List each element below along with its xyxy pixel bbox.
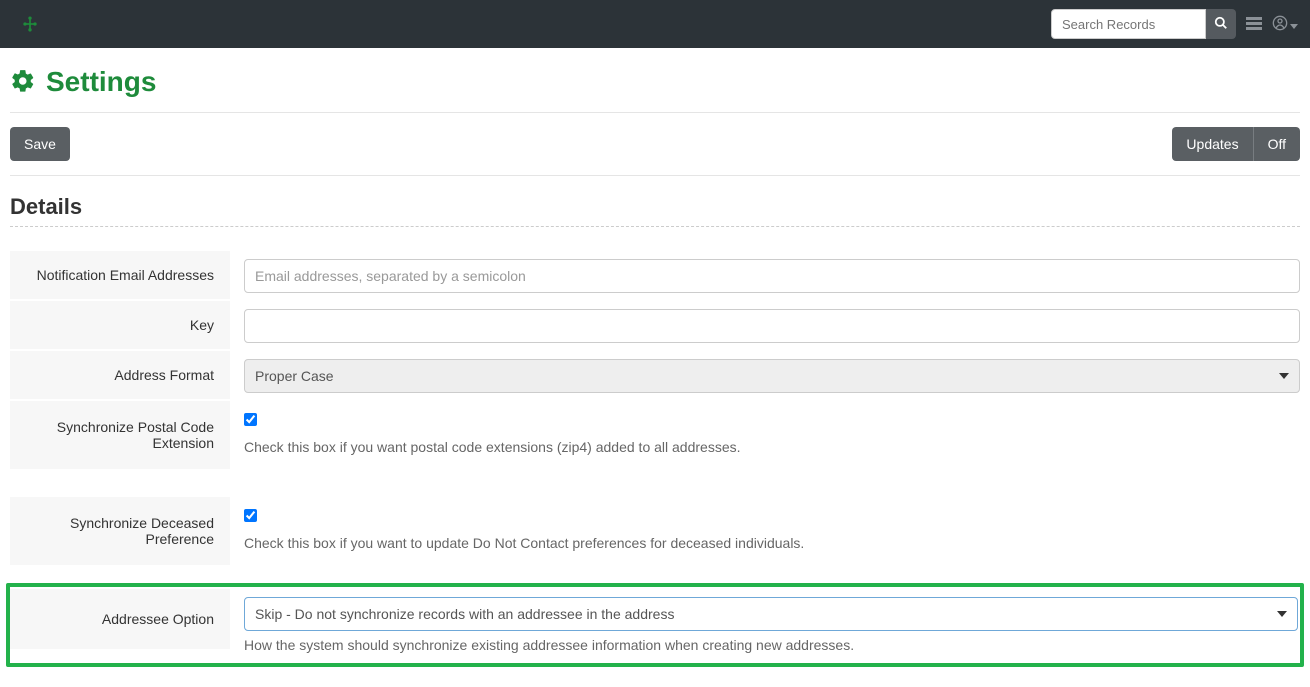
updates-button[interactable]: Updates [1172,127,1253,161]
key-input[interactable] [244,309,1300,343]
caret-down-icon [1290,16,1298,32]
save-button[interactable]: Save [10,127,70,161]
highlight-addressee-option: Addressee Option Skip - Do not synchroni… [6,583,1304,667]
row-key: Key [10,301,1300,351]
page-header: Settings [10,58,1300,113]
label-key: Key [10,301,230,349]
sync-postal-checkbox[interactable] [244,413,257,426]
row-addressee-option: Addressee Option Skip - Do not synchroni… [10,589,1298,661]
actions-row: Save Updates Off [10,113,1300,176]
app-logo-icon [20,14,40,34]
user-menu[interactable] [1272,15,1298,34]
label-address-format: Address Format [10,351,230,399]
label-addressee-option: Addressee Option [10,589,230,649]
addressee-option-select[interactable]: Skip - Do not synchronize records with a… [244,597,1298,631]
help-sync-postal: Check this box if you want postal code e… [244,439,1300,455]
top-navbar [0,0,1310,48]
notification-email-input[interactable] [244,259,1300,293]
search-icon [1214,16,1228,33]
row-sync-postal: Synchronize Postal Code Extension Check … [10,401,1300,469]
label-sync-deceased: Synchronize Deceased Preference [10,497,230,565]
search-records [1051,9,1236,39]
off-button[interactable]: Off [1254,127,1300,161]
row-sync-deceased: Synchronize Deceased Preference Check th… [10,497,1300,565]
help-addressee-option: How the system should synchronize existi… [244,637,1298,653]
sync-deceased-checkbox[interactable] [244,509,257,522]
page-title: Settings [46,66,156,98]
search-button[interactable] [1206,9,1236,39]
row-notification-email: Notification Email Addresses [10,251,1300,301]
search-input[interactable] [1051,9,1206,39]
help-sync-deceased: Check this box if you want to update Do … [244,535,1300,551]
row-address-format: Address Format Proper Case [10,351,1300,401]
address-format-select[interactable]: Proper Case [244,359,1300,393]
gear-icon [10,68,36,97]
records-icon[interactable] [1242,9,1266,39]
label-sync-postal: Synchronize Postal Code Extension [10,401,230,469]
section-details-title: Details [10,176,1300,227]
label-notification-email: Notification Email Addresses [10,251,230,299]
user-icon [1272,15,1288,34]
